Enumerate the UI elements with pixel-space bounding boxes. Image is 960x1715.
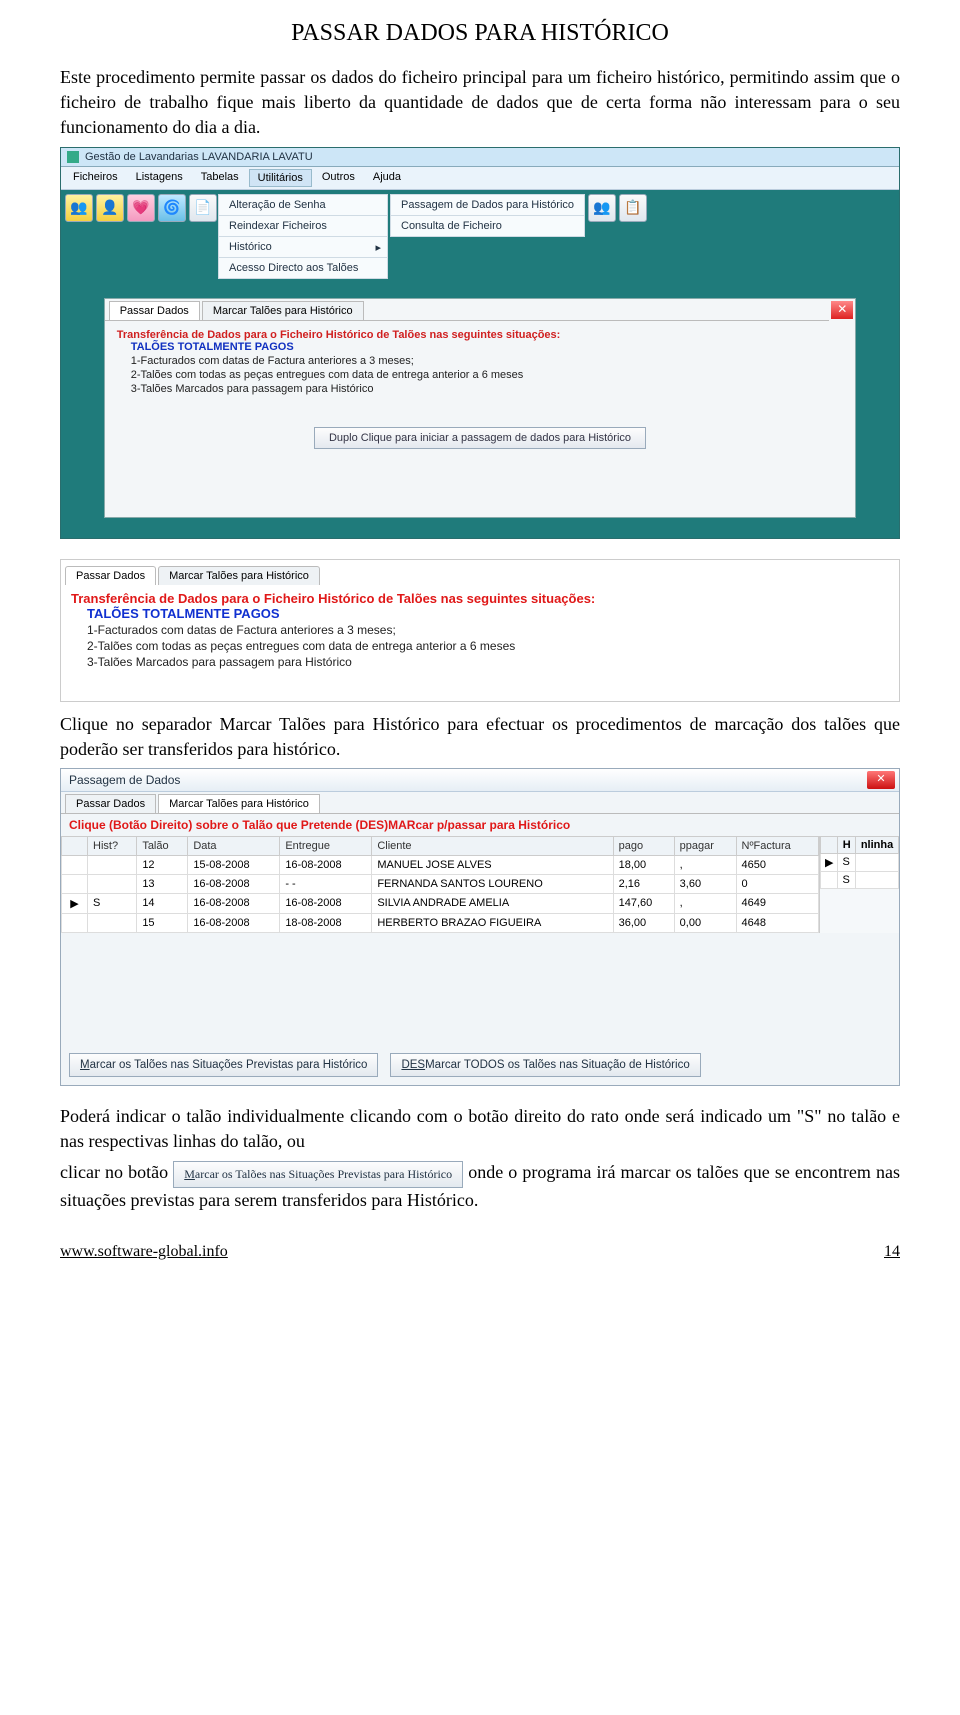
rule-line: 2-Talões com todas as peças entregues co… <box>71 639 889 653</box>
menu-ajuda[interactable]: Ajuda <box>365 169 409 187</box>
close-icon[interactable]: ✕ <box>831 301 853 319</box>
desmarcar-button[interactable]: DESMarcar TODOS os Talões nas Situação d… <box>390 1053 700 1077</box>
page-number: 14 <box>884 1243 900 1261</box>
toolbar-button-7[interactable]: 📋 <box>619 194 647 222</box>
marcar-instruction: Clique (Botão Direito) sobre o Talão que… <box>61 814 899 836</box>
app-window-1: Gestão de Lavandarias LAVANDARIA LAVATU … <box>60 147 900 539</box>
side-table-area: Hnlinha ▶SS <box>819 836 899 933</box>
col-header: Data <box>188 836 280 855</box>
window-titlebar: Gestão de Lavandarias LAVANDARIA LAVATU <box>61 148 899 167</box>
rule-line: 1-Facturados com datas de Factura anteri… <box>117 355 844 367</box>
tab[interactable]: Marcar Talões para Histórico <box>202 301 364 320</box>
dialog-content: Transferência de Dados para o Ficheiro H… <box>105 321 856 517</box>
window3-titlebar: Passagem de Dados ✕ <box>61 769 899 792</box>
side-col-header: nlinha <box>856 836 899 853</box>
passagem-dados-window: Passagem de Dados ✕ Passar DadosMarcar T… <box>60 768 900 1086</box>
toolbar-button-4[interactable]: 🌀 <box>158 194 186 222</box>
table-row[interactable]: 1215-08-200816-08-2008MANUEL JOSE ALVES1… <box>62 855 819 874</box>
paragraph-3b: clicar no botão Marcar os Talões nas Sit… <box>60 1160 900 1212</box>
tab-content-2: Transferência de Dados para o Ficheiro H… <box>61 585 899 701</box>
col-header: NºFactura <box>736 836 818 855</box>
tab[interactable]: Passar Dados <box>65 566 156 585</box>
table-row[interactable]: 1316-08-2008- -FERNANDA SANTOS LOURENO2,… <box>62 874 819 893</box>
tab[interactable]: Passar Dados <box>109 301 200 320</box>
dialog-tabstrip[interactable]: Passar DadosMarcar Talões para Histórico <box>105 299 830 321</box>
col-header: Cliente <box>372 836 613 855</box>
start-transfer-button[interactable]: Duplo Clique para iniciar a passagem de … <box>314 427 646 449</box>
tab-panel-crop: Passar DadosMarcar Talões para Histórico… <box>60 559 900 702</box>
para3b-prefix: clicar no botão <box>60 1162 173 1182</box>
menubar[interactable]: FicheirosListagensTabelasUtilitáriosOutr… <box>61 167 899 190</box>
col-header: pago <box>613 836 674 855</box>
toolbar-button-1[interactable]: 👥 <box>65 194 93 222</box>
passar-dados-dialog: ✕ Passar DadosMarcar Talões para Históri… <box>104 298 857 518</box>
submenu-item[interactable]: Passagem de Dados para Histórico <box>390 194 585 216</box>
transfer-heading-2: Transferência de Dados para o Ficheiro H… <box>71 591 889 606</box>
side-table: Hnlinha ▶SS <box>820 836 899 889</box>
rule-line: 3-Talões Marcados para passagem para His… <box>117 383 844 395</box>
tab[interactable]: Marcar Talões para Histórico <box>158 566 320 585</box>
tabstrip-3[interactable]: Passar DadosMarcar Talões para Histórico <box>61 792 899 814</box>
table-row[interactable]: 1516-08-200818-08-2008HERBERTO BRAZAO FI… <box>62 913 819 932</box>
toolbar-button-6[interactable]: 👥 <box>588 194 616 222</box>
utilitarios-dropdown[interactable]: Alteração de SenhaReindexar FicheirosHis… <box>218 194 388 278</box>
toolbar-button-2[interactable]: 👤 <box>96 194 124 222</box>
side-col-header: H <box>838 836 856 853</box>
bottom-buttons: Marcar os Talões nas Situações Previstas… <box>61 933 899 1085</box>
transfer-heading: Transferência de Dados para o Ficheiro H… <box>117 329 844 341</box>
dropdown-item[interactable]: Reindexar Ficheiros <box>218 215 388 237</box>
toolbar-button-3[interactable]: 💗 <box>127 194 155 222</box>
menu-outros[interactable]: Outros <box>314 169 363 187</box>
page-footer: www.software-global.info 14 <box>60 1243 900 1261</box>
window-body: ✕ Passar DadosMarcar Talões para Históri… <box>61 282 899 538</box>
paragraph-2: Clique no separador Marcar Talões para H… <box>60 712 900 762</box>
dropdown-item[interactable]: Histórico <box>218 236 388 258</box>
menu-listagens[interactable]: Listagens <box>128 169 191 187</box>
tabstrip-2[interactable]: Passar DadosMarcar Talões para Histórico <box>61 560 899 585</box>
footer-url: www.software-global.info <box>60 1243 228 1261</box>
col-header: Talão <box>137 836 188 855</box>
submenu-item[interactable]: Consulta de Ficheiro <box>390 215 585 237</box>
close-icon[interactable]: ✕ <box>867 771 895 789</box>
marcar-button[interactable]: Marcar os Talões nas Situações Previstas… <box>69 1053 378 1077</box>
window3-title: Passagem de Dados <box>69 773 180 787</box>
rule-line: 3-Talões Marcados para passagem para His… <box>71 655 889 669</box>
col-header: ppagar <box>674 836 736 855</box>
app-icon <box>67 151 79 163</box>
tab[interactable]: Passar Dados <box>65 794 156 813</box>
window-title: Gestão de Lavandarias LAVANDARIA LAVATU <box>85 151 313 163</box>
col-header: Entregue <box>280 836 372 855</box>
menu-utilitários[interactable]: Utilitários <box>249 169 312 187</box>
table-row[interactable]: ▶S1416-08-200816-08-2008SILVIA ANDRADE A… <box>62 893 819 913</box>
dropdown-item[interactable]: Alteração de Senha <box>218 194 388 216</box>
transfer-subheading: TALÕES TOTALMENTE PAGOS <box>117 341 844 353</box>
transfer-subheading-2: TALÕES TOTALMENTE PAGOS <box>71 606 889 621</box>
menu-tabelas[interactable]: Tabelas <box>193 169 247 187</box>
dropdown-item[interactable]: Acesso Directo aos Talões <box>218 257 388 279</box>
rule-line: 2-Talões com todas as peças entregues co… <box>117 369 844 381</box>
historico-submenu[interactable]: Passagem de Dados para HistóricoConsulta… <box>390 194 585 236</box>
taloes-table-area: Hist?TalãoDataEntregueClientepagoppagarN… <box>61 836 819 933</box>
rule-line: 1-Facturados com datas de Factura anteri… <box>71 623 889 637</box>
menu-ficheiros[interactable]: Ficheiros <box>65 169 126 187</box>
toolbar-and-menus: 👥 👤 💗 🌀 📄 Alteração de SenhaReindexar Fi… <box>61 190 899 282</box>
doc-title: PASSAR DADOS PARA HISTÓRICO <box>60 20 900 47</box>
col-header: Hist? <box>88 836 137 855</box>
tab[interactable]: Marcar Talões para Histórico <box>158 794 320 813</box>
intro-paragraph: Este procedimento permite passar os dado… <box>60 65 900 141</box>
inline-marcar-button[interactable]: Marcar os Talões nas Situações Previstas… <box>173 1161 463 1188</box>
toolbar-button-5[interactable]: 📄 <box>189 194 217 222</box>
taloes-table[interactable]: Hist?TalãoDataEntregueClientepagoppagarN… <box>61 836 819 933</box>
paragraph-3a: Poderá indicar o talão individualmente c… <box>60 1104 900 1154</box>
